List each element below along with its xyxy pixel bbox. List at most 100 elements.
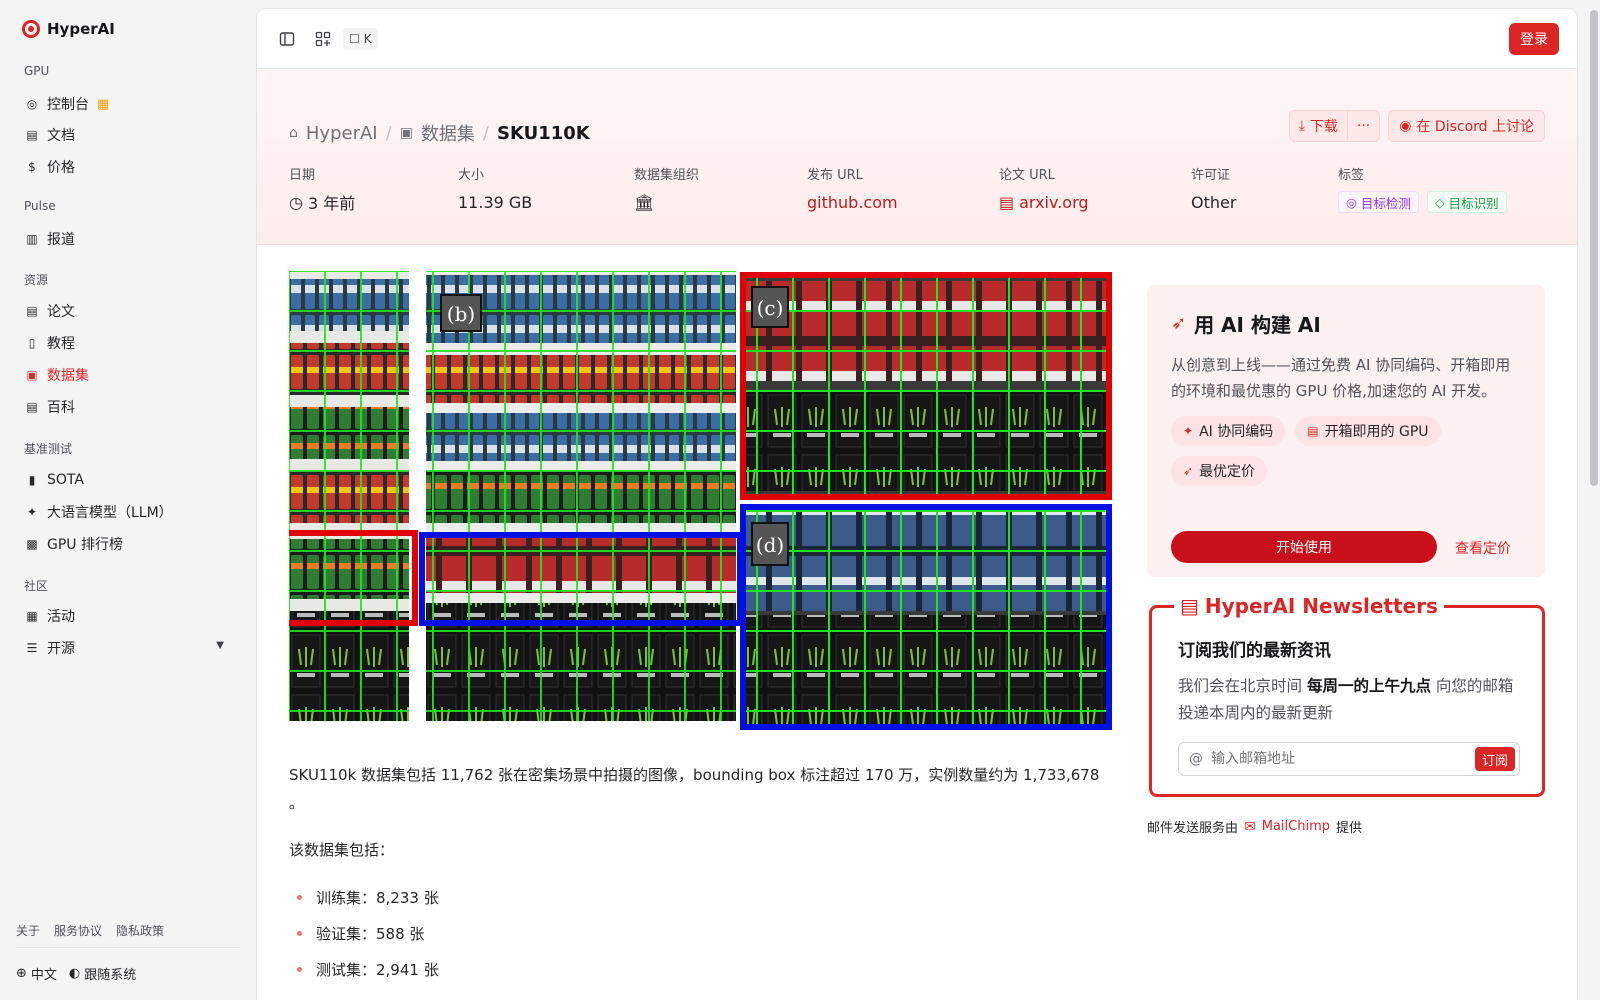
sidebar-item-console[interactable]: ◎ 控制台 ▦ xyxy=(16,89,238,119)
download-label: 下载 xyxy=(1309,119,1338,135)
command-key-icon: ☐ xyxy=(349,32,360,46)
panel-a xyxy=(289,271,418,721)
panel-c: (c) xyxy=(740,272,1112,500)
shortcut-key: K xyxy=(363,32,372,46)
sidebar: HyperAI GPU ◎ 控制台 ▦ ▤ 文档 $ 价格 Pulse ▥ 报道… xyxy=(0,0,255,1000)
breadcrumb-home[interactable]: HyperAI xyxy=(306,123,378,144)
header-actions: ⤓ 下载 ··· ◉ 在 Discord 上讨论 xyxy=(1288,110,1545,142)
list-item: 测试集：2,941 张 xyxy=(289,951,439,987)
split-list: 训练集：8,233 张 验证集：588 张 测试集：2,941 张 xyxy=(289,879,439,987)
newsletter-legend: ▤ HyperAI Newsletters xyxy=(1174,594,1444,618)
meta-label: 发布 URL xyxy=(807,168,863,183)
rocket-icon: ➶ xyxy=(1171,313,1187,334)
date-value: 3 年前 xyxy=(307,194,356,213)
meta-organization: 数据集组织 🏛 xyxy=(634,164,699,213)
more-options-button[interactable]: ··· xyxy=(1346,111,1379,141)
discord-button[interactable]: ◉ 在 Discord 上讨论 xyxy=(1388,110,1545,142)
sidebar-item-label: 价格 xyxy=(47,160,75,176)
pill-label: AI 协同编码 xyxy=(1199,424,1274,440)
size-value: 11.39 GB xyxy=(458,192,533,212)
paper-url-link[interactable]: ▤ arxiv.org xyxy=(999,191,1089,213)
calendar-icon: ▦ xyxy=(26,609,38,623)
sidebar-item-llm[interactable]: ✦ 大语言模型（LLM） xyxy=(16,497,238,527)
mailchimp-link[interactable]: MailChimp xyxy=(1262,819,1330,834)
discord-label: 在 Discord 上讨论 xyxy=(1416,119,1534,135)
about-link[interactable]: 关于 xyxy=(16,922,40,939)
list-item: 验证集：588 张 xyxy=(289,915,439,951)
download-button[interactable]: ⤓ 下载 xyxy=(1290,111,1347,141)
sidebar-item-gpu-leaderboard[interactable]: ▩ GPU 排行榜 xyxy=(16,529,238,559)
license-value: Other xyxy=(1191,192,1237,212)
language-switch[interactable]: ⊕ 中文 xyxy=(16,964,57,983)
sidebar-item-label: GPU 排行榜 xyxy=(47,537,123,553)
breadcrumb-separator: / xyxy=(482,122,489,144)
section-title-community: 社区 xyxy=(24,579,49,593)
list-item: 训练集：8,233 张 xyxy=(289,879,439,915)
section-title-resources: 资源 xyxy=(24,273,49,287)
sidebar-item-papers[interactable]: ▤ 论文 xyxy=(16,296,238,326)
sidebar-item-tutorials[interactable]: ▯ 教程 xyxy=(16,328,238,358)
sidebar-item-sota[interactable]: ▮ SOTA xyxy=(16,465,238,495)
section-title-pulse: Pulse xyxy=(24,199,56,213)
database-icon: ▣ xyxy=(399,125,413,141)
meta-label: 数据集组织 xyxy=(634,168,700,183)
sidebar-item-label: 教程 xyxy=(47,336,75,352)
theme-label: 跟随系统 xyxy=(84,968,137,983)
start-button[interactable]: 开始使用 xyxy=(1171,531,1437,563)
newspaper-icon: ▤ xyxy=(1180,594,1199,618)
sidebar-item-label: 论文 xyxy=(47,304,75,320)
panel-b: (b) xyxy=(419,271,743,721)
sidebar-toggle-icon[interactable] xyxy=(277,29,297,49)
apps-grid-icon[interactable] xyxy=(313,29,333,49)
chevron-down-icon: ▼ xyxy=(216,640,224,651)
sidebar-item-open-source[interactable]: ☰ 开源 ▼ xyxy=(16,633,238,663)
paper-url-text: arxiv.org xyxy=(1019,192,1089,212)
breadcrumb: ⌂ HyperAI / ▣ 数据集 / SKU110K xyxy=(289,120,590,146)
newspaper-icon: ▥ xyxy=(26,232,38,246)
cpu-icon: ▩ xyxy=(26,537,38,551)
doc-icon: ▤ xyxy=(26,128,38,142)
download-icon: ⤓ xyxy=(1298,118,1305,134)
footer-links: 关于 服务协议 隐私政策 xyxy=(16,922,164,939)
footer-settings: ⊕ 中文 ◐ 跟随系统 xyxy=(16,964,136,983)
dollar-icon: $ xyxy=(28,160,36,174)
page-scrollbar[interactable] xyxy=(1590,10,1598,486)
sidebar-item-label: 文档 xyxy=(47,128,75,144)
sidebar-item-events[interactable]: ▦ 活动 xyxy=(16,601,238,631)
gift-icon: ▦ xyxy=(97,96,110,112)
terms-link[interactable]: 服务协议 xyxy=(54,922,102,939)
app-logo[interactable]: HyperAI xyxy=(22,20,115,38)
tag-label: 目标识别 xyxy=(1448,195,1499,211)
institution-icon[interactable]: 🏛 xyxy=(634,193,654,212)
view-pricing-link[interactable]: 查看定价 xyxy=(1455,538,1511,558)
sidebar-item-wiki[interactable]: ▤ 百科 xyxy=(16,392,238,422)
tag-object-detection[interactable]: ◎ 目标检测 xyxy=(1338,191,1419,213)
ai-card-title-text: 用 AI 构建 AI xyxy=(1194,313,1321,337)
search-shortcut[interactable]: ☐ K xyxy=(343,28,378,50)
sidebar-item-label: 报道 xyxy=(47,232,75,248)
subscribe-button[interactable]: 订阅 xyxy=(1474,747,1515,771)
scan-icon: ◎ xyxy=(1346,194,1357,210)
globe-icon: ⊕ xyxy=(16,966,27,981)
sidebar-item-docs[interactable]: ▤ 文档 xyxy=(16,120,238,150)
release-url-link[interactable]: github.com xyxy=(807,191,898,213)
login-button[interactable]: 登录 xyxy=(1509,23,1559,55)
panel-d-label: (d) xyxy=(756,533,784,557)
sidebar-item-label: 百科 xyxy=(47,400,75,416)
breadcrumb-datasets[interactable]: 数据集 xyxy=(421,120,475,146)
ai-promo-card: ➶ 用 AI 构建 AI 从创意到上线——通过免费 AI 协同编码、开箱即用的环… xyxy=(1147,285,1545,577)
privacy-link[interactable]: 隐私政策 xyxy=(116,922,164,939)
theme-switch[interactable]: ◐ 跟随系统 xyxy=(69,964,136,983)
sidebar-item-news[interactable]: ▥ 报道 xyxy=(16,224,238,254)
tag-object-recognition[interactable]: ◇ 目标识别 xyxy=(1426,191,1507,213)
meta-tags: 标签 ◎ 目标检测 ◇ 目标识别 xyxy=(1338,164,1507,213)
list-icon: ☰ xyxy=(26,641,38,655)
sparkle-icon: ✦ xyxy=(1183,424,1194,438)
meta-label: 大小 xyxy=(458,168,485,183)
pill-ai-coding: ✦ AI 协同编码 xyxy=(1171,416,1286,446)
email-input[interactable] xyxy=(1211,751,1461,767)
newsletter-text: 我们会在北京时间 每周一的上午九点 向您的邮箱投递本周内的最新更新 xyxy=(1178,673,1516,727)
sidebar-item-pricing[interactable]: $ 价格 xyxy=(16,152,238,182)
sidebar-item-datasets[interactable]: ▣ 数据集 xyxy=(16,360,238,390)
mailchimp-credit: 邮件发送服务由 ✉ MailChimp 提供 xyxy=(1147,817,1362,837)
